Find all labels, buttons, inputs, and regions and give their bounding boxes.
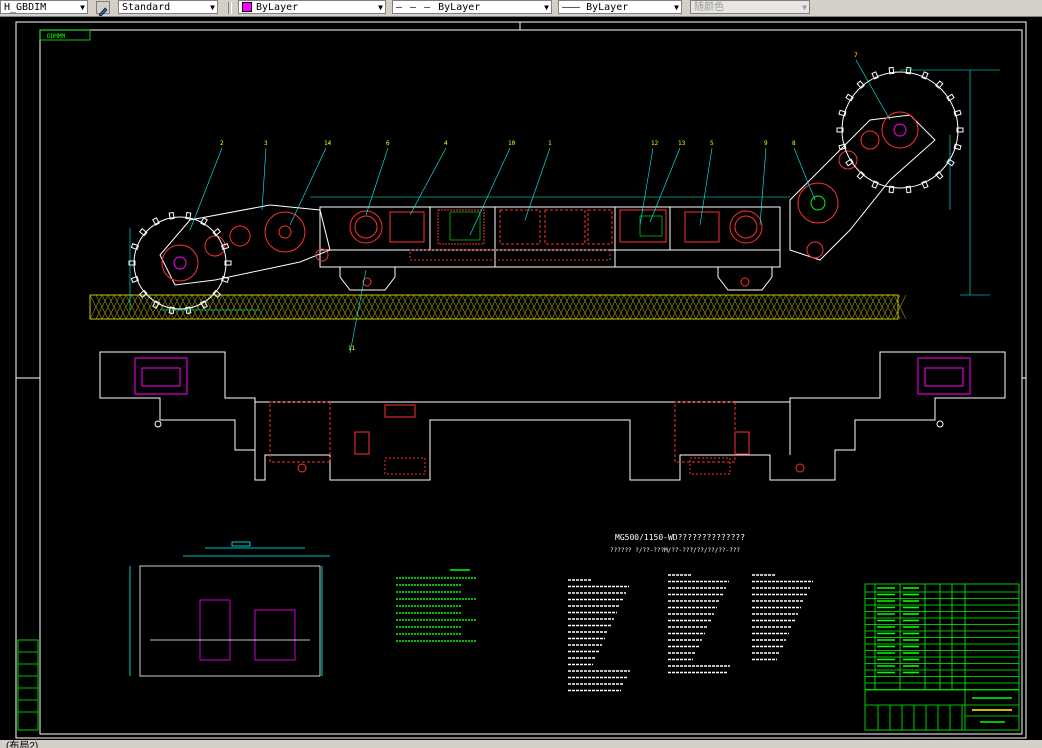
dimension-lines: [129, 69, 1000, 311]
body-components: [349, 209, 763, 261]
skid-shoes: [339, 266, 773, 291]
part-label: 12: [651, 140, 659, 147]
ground-hatch: [89, 294, 907, 320]
spec-subtitle: ?????? ?/??-???M/??-???/??/??/??-???: [610, 547, 740, 554]
title-block: [864, 583, 1020, 731]
part-label: 2: [220, 140, 224, 147]
textstyle-value: Standard: [122, 2, 171, 13]
part-label: 10: [508, 140, 516, 147]
part-label: 6: [386, 140, 390, 147]
leader-line: [639, 147, 654, 226]
right-cutting-drum: [836, 66, 964, 194]
plotstyle-value: 随颜色: [694, 2, 724, 13]
part-label: 3: [264, 140, 268, 147]
leader-line: [855, 59, 891, 121]
part-label: 8: [792, 140, 796, 147]
layout-tab[interactable]: (布局2): [6, 740, 38, 748]
leader-line: [524, 147, 551, 221]
dimstyle-dropdown[interactable]: H_GBDIM ▼: [0, 0, 88, 14]
chevron-down-icon: ▼: [378, 3, 383, 12]
frame-tag-text: DDMMM: [47, 33, 65, 40]
chevron-down-icon: ▼: [210, 3, 215, 12]
linetype-dash-preview: — — —: [396, 2, 439, 13]
cutter-pick: [212, 289, 222, 299]
color-dropdown[interactable]: ByLayer ▼: [238, 0, 386, 14]
part-label: 1: [548, 140, 552, 147]
dimstyle-value: H_GBDIM: [4, 2, 47, 13]
part-label: 11: [348, 345, 356, 352]
leader-line: [759, 147, 767, 226]
left-margin-ticks: [17, 639, 39, 731]
leader-line: [409, 147, 447, 216]
toolbar-separator: [228, 2, 232, 14]
cutter-pick: [212, 227, 222, 237]
cutter-pick: [138, 289, 148, 299]
textstyle-dropdown[interactable]: Standard ▼: [118, 0, 218, 14]
part-label: 9: [764, 140, 768, 147]
cutter-pick: [138, 227, 148, 237]
chevron-down-icon: ▼: [80, 3, 85, 12]
plan-view: [99, 351, 1006, 481]
shearer-body: [310, 196, 790, 268]
lineweight-value: ByLayer: [586, 2, 629, 13]
section-detail: [129, 541, 330, 677]
lineweight-line-preview: ———: [562, 2, 587, 13]
technical-requirements: [396, 569, 476, 642]
part-label: 4: [444, 140, 448, 147]
layout-tab-bar: (布局2): [0, 740, 1042, 748]
cutter-pick: [935, 80, 944, 89]
cutter-pick: [856, 80, 865, 89]
leader-line: [365, 147, 389, 216]
main-title: MG500/1150-WD??????????????: [615, 533, 745, 542]
frame-tag: DDMMM: [39, 29, 91, 41]
chevron-down-icon: ▼: [674, 3, 679, 12]
drawing-canvas[interactable]: DDMMM 2 3 14 6 4 10 1 12 13 5 9 8711 MG5…: [0, 16, 1042, 740]
color-value: ByLayer: [256, 2, 299, 13]
lineweight-dropdown[interactable]: ——— ByLayer ▼: [558, 0, 682, 14]
part-label: 5: [710, 140, 714, 147]
leader-line: [189, 147, 223, 231]
right-ranging-arm: [789, 114, 936, 261]
leader-line: [649, 147, 681, 223]
chevron-down-icon: ▼: [544, 3, 549, 12]
cutter-pick: [856, 171, 865, 180]
plan-view-details: [134, 357, 971, 475]
layer-color-swatch: [242, 2, 252, 12]
leader-line: [469, 147, 511, 236]
part-label: 13: [678, 140, 686, 147]
leader-line: [699, 147, 713, 226]
linetype-dropdown[interactable]: — — — ByLayer ▼: [392, 0, 552, 14]
specification-table: [568, 574, 813, 692]
leader-line: [261, 147, 267, 211]
plotstyle-dropdown[interactable]: 随颜色 ▼: [690, 0, 810, 14]
cutter-pick: [935, 171, 944, 180]
part-label: 14: [324, 140, 332, 147]
text-style-manager-icon[interactable]: [96, 1, 110, 17]
properties-toolbar: H_GBDIM ▼ Standard ▼ ByLayer ▼ — — — ByL…: [0, 0, 1042, 17]
left-cutting-drum: [128, 211, 232, 315]
part-label: 7: [854, 52, 858, 59]
chevron-down-icon: ▼: [802, 3, 807, 12]
part-leaders: 2 3 14 6 4 10 1 12 13 5 9 8 7 11: [189, 52, 891, 354]
linetype-value: ByLayer: [438, 2, 481, 13]
